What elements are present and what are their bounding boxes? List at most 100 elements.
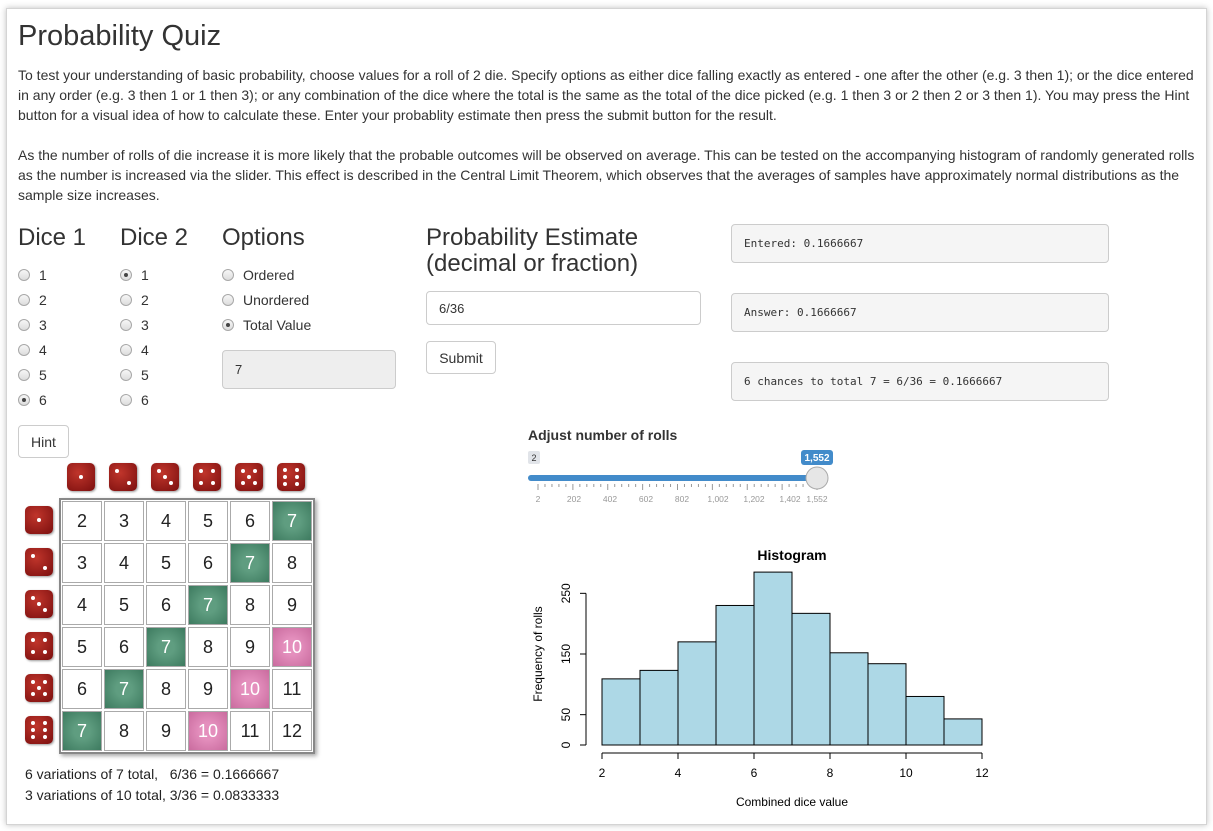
die-face-4-icon — [25, 632, 53, 660]
slider-fill — [528, 475, 817, 481]
dice1-option[interactable]: 6 — [18, 387, 47, 412]
dice2-option-label: 5 — [141, 366, 149, 383]
options-option[interactable]: Total Value — [222, 312, 311, 337]
dice2-radio-group: 1 2 3 4 5 6 — [120, 262, 149, 412]
die-face-2-icon — [109, 463, 137, 491]
dice1-option[interactable]: 4 — [18, 337, 47, 362]
options-radio[interactable] — [222, 318, 234, 331]
dice2-option-label: 1 — [141, 266, 149, 283]
dice1-radio[interactable] — [18, 368, 30, 381]
die-face-4-icon — [193, 463, 221, 491]
options-option[interactable]: Unordered — [222, 287, 311, 312]
grid-cell: 8 — [188, 627, 228, 667]
slider-tick-label: 602 — [639, 494, 653, 504]
y-tick-label: 250 — [559, 583, 573, 603]
options-radio[interactable] — [222, 268, 234, 281]
grid-cell: 9 — [272, 585, 312, 625]
grid-cell: 4 — [104, 543, 144, 583]
dice1-option-label: 4 — [39, 341, 47, 358]
dice1-radio[interactable] — [18, 318, 30, 331]
dice1-radio-group: 1 2 3 4 5 6 — [18, 262, 47, 412]
slider-handle[interactable] — [805, 466, 829, 490]
grid-cell: 6 — [188, 543, 228, 583]
dice1-option-label: 5 — [39, 366, 47, 383]
dice2-option[interactable]: 2 — [120, 287, 149, 312]
dice2-option[interactable]: 6 — [120, 387, 149, 412]
dice2-option[interactable]: 4 — [120, 337, 149, 362]
die-face-5-icon — [235, 463, 263, 491]
y-tick-label: 150 — [559, 644, 573, 664]
die-face-1-icon — [67, 463, 95, 491]
histogram-bar — [867, 663, 907, 746]
dice2-radio[interactable] — [120, 368, 132, 381]
grid-cell: 9 — [188, 669, 228, 709]
sum-grid: 2 3 4 5 6 7 3 4 5 6 7 8 4 5 6 7 8 9 5 6 7 8 9 10 6 7 8 9 10 11 7 8 9 10 11… — [59, 498, 315, 754]
histogram-bar — [791, 612, 831, 746]
dice1-option-label: 2 — [39, 291, 47, 308]
histogram-bar — [677, 641, 717, 746]
grid-cell: 6 — [230, 501, 270, 541]
dice1-option[interactable]: 3 — [18, 312, 47, 337]
dice2-radio[interactable] — [120, 343, 132, 356]
grid-cell: 3 — [62, 543, 102, 583]
y-axis-label: Frequency of rolls — [531, 606, 545, 701]
dice2-radio[interactable] — [120, 268, 132, 281]
variations-summary: 6 variations of 7 total, 6/36 = 0.166666… — [25, 764, 279, 806]
total-value-field[interactable]: 7 — [222, 350, 396, 389]
die-face-5-icon — [25, 674, 53, 702]
slider-label: Adjust number of rolls — [528, 427, 678, 443]
dice1-option[interactable]: 5 — [18, 362, 47, 387]
page-title: Probability Quiz — [18, 20, 222, 52]
grid-cell: 4 — [146, 501, 186, 541]
hint-button[interactable]: Hint — [18, 425, 69, 458]
dice2-radio[interactable] — [120, 293, 132, 306]
dice2-option[interactable]: 5 — [120, 362, 149, 387]
dice1-heading: Dice 1 — [18, 224, 87, 251]
x-tick-label: 2 — [599, 766, 606, 780]
dice1-radio[interactable] — [18, 268, 30, 281]
grid-cell: 11 — [272, 669, 312, 709]
grid-cell: 4 — [62, 585, 102, 625]
dice2-radio[interactable] — [120, 393, 132, 406]
slider-tick-label: 802 — [675, 494, 689, 504]
grid-cell: 8 — [104, 711, 144, 751]
slider-tick-label: 202 — [567, 494, 581, 504]
dice1-radio[interactable] — [18, 343, 30, 356]
histogram-bar — [639, 669, 679, 746]
dice1-option[interactable]: 2 — [18, 287, 47, 312]
slider-tick-label: 1,002 — [707, 494, 729, 504]
grid-cell: 3 — [104, 501, 144, 541]
die-face-6-icon — [277, 463, 305, 491]
dice1-radio[interactable] — [18, 393, 30, 406]
options-option-label: Unordered — [243, 291, 310, 308]
grid-cell: 9 — [146, 711, 186, 751]
intro-paragraph-1: To test your understanding of basic prob… — [18, 67, 1194, 123]
dice1-radio[interactable] — [18, 293, 30, 306]
dice1-option-label: 3 — [39, 316, 47, 333]
options-radio[interactable] — [222, 293, 234, 306]
options-option-label: Ordered — [243, 266, 295, 283]
summary-line-2: 3 variations of 10 total, 3/36 = 0.08333… — [25, 787, 280, 803]
y-tick-label: 0 — [559, 741, 573, 748]
die-face-3-icon — [25, 590, 53, 618]
histogram-bar — [753, 571, 793, 746]
grid-cell: 6 — [62, 669, 102, 709]
options-option-label: Total Value — [243, 316, 312, 333]
grid-cell: 7 — [146, 627, 186, 667]
grid-cell: 7 — [62, 711, 102, 751]
dice2-option[interactable]: 1 — [120, 262, 149, 287]
options-option[interactable]: Ordered — [222, 262, 311, 287]
dice2-option[interactable]: 3 — [120, 312, 149, 337]
rolls-slider[interactable]: 2 1,552 2 202 402 602 802 1,002 1,202 1,402 1,552 — [520, 445, 840, 510]
dice2-radio[interactable] — [120, 318, 132, 331]
x-tick-label: 6 — [751, 766, 758, 780]
summary-line-1: 6 variations of 7 total, 6/36 = 0.166666… — [25, 766, 280, 782]
grid-cell: 12 — [272, 711, 312, 751]
dice1-option[interactable]: 1 — [18, 262, 47, 287]
estimate-input[interactable]: 6/36 — [426, 291, 701, 325]
x-tick-label: 4 — [675, 766, 682, 780]
histogram-bar — [601, 678, 641, 746]
submit-button[interactable]: Submit — [426, 341, 496, 374]
grid-cell: 8 — [272, 543, 312, 583]
slider-tick-label: 1,402 — [779, 494, 801, 504]
